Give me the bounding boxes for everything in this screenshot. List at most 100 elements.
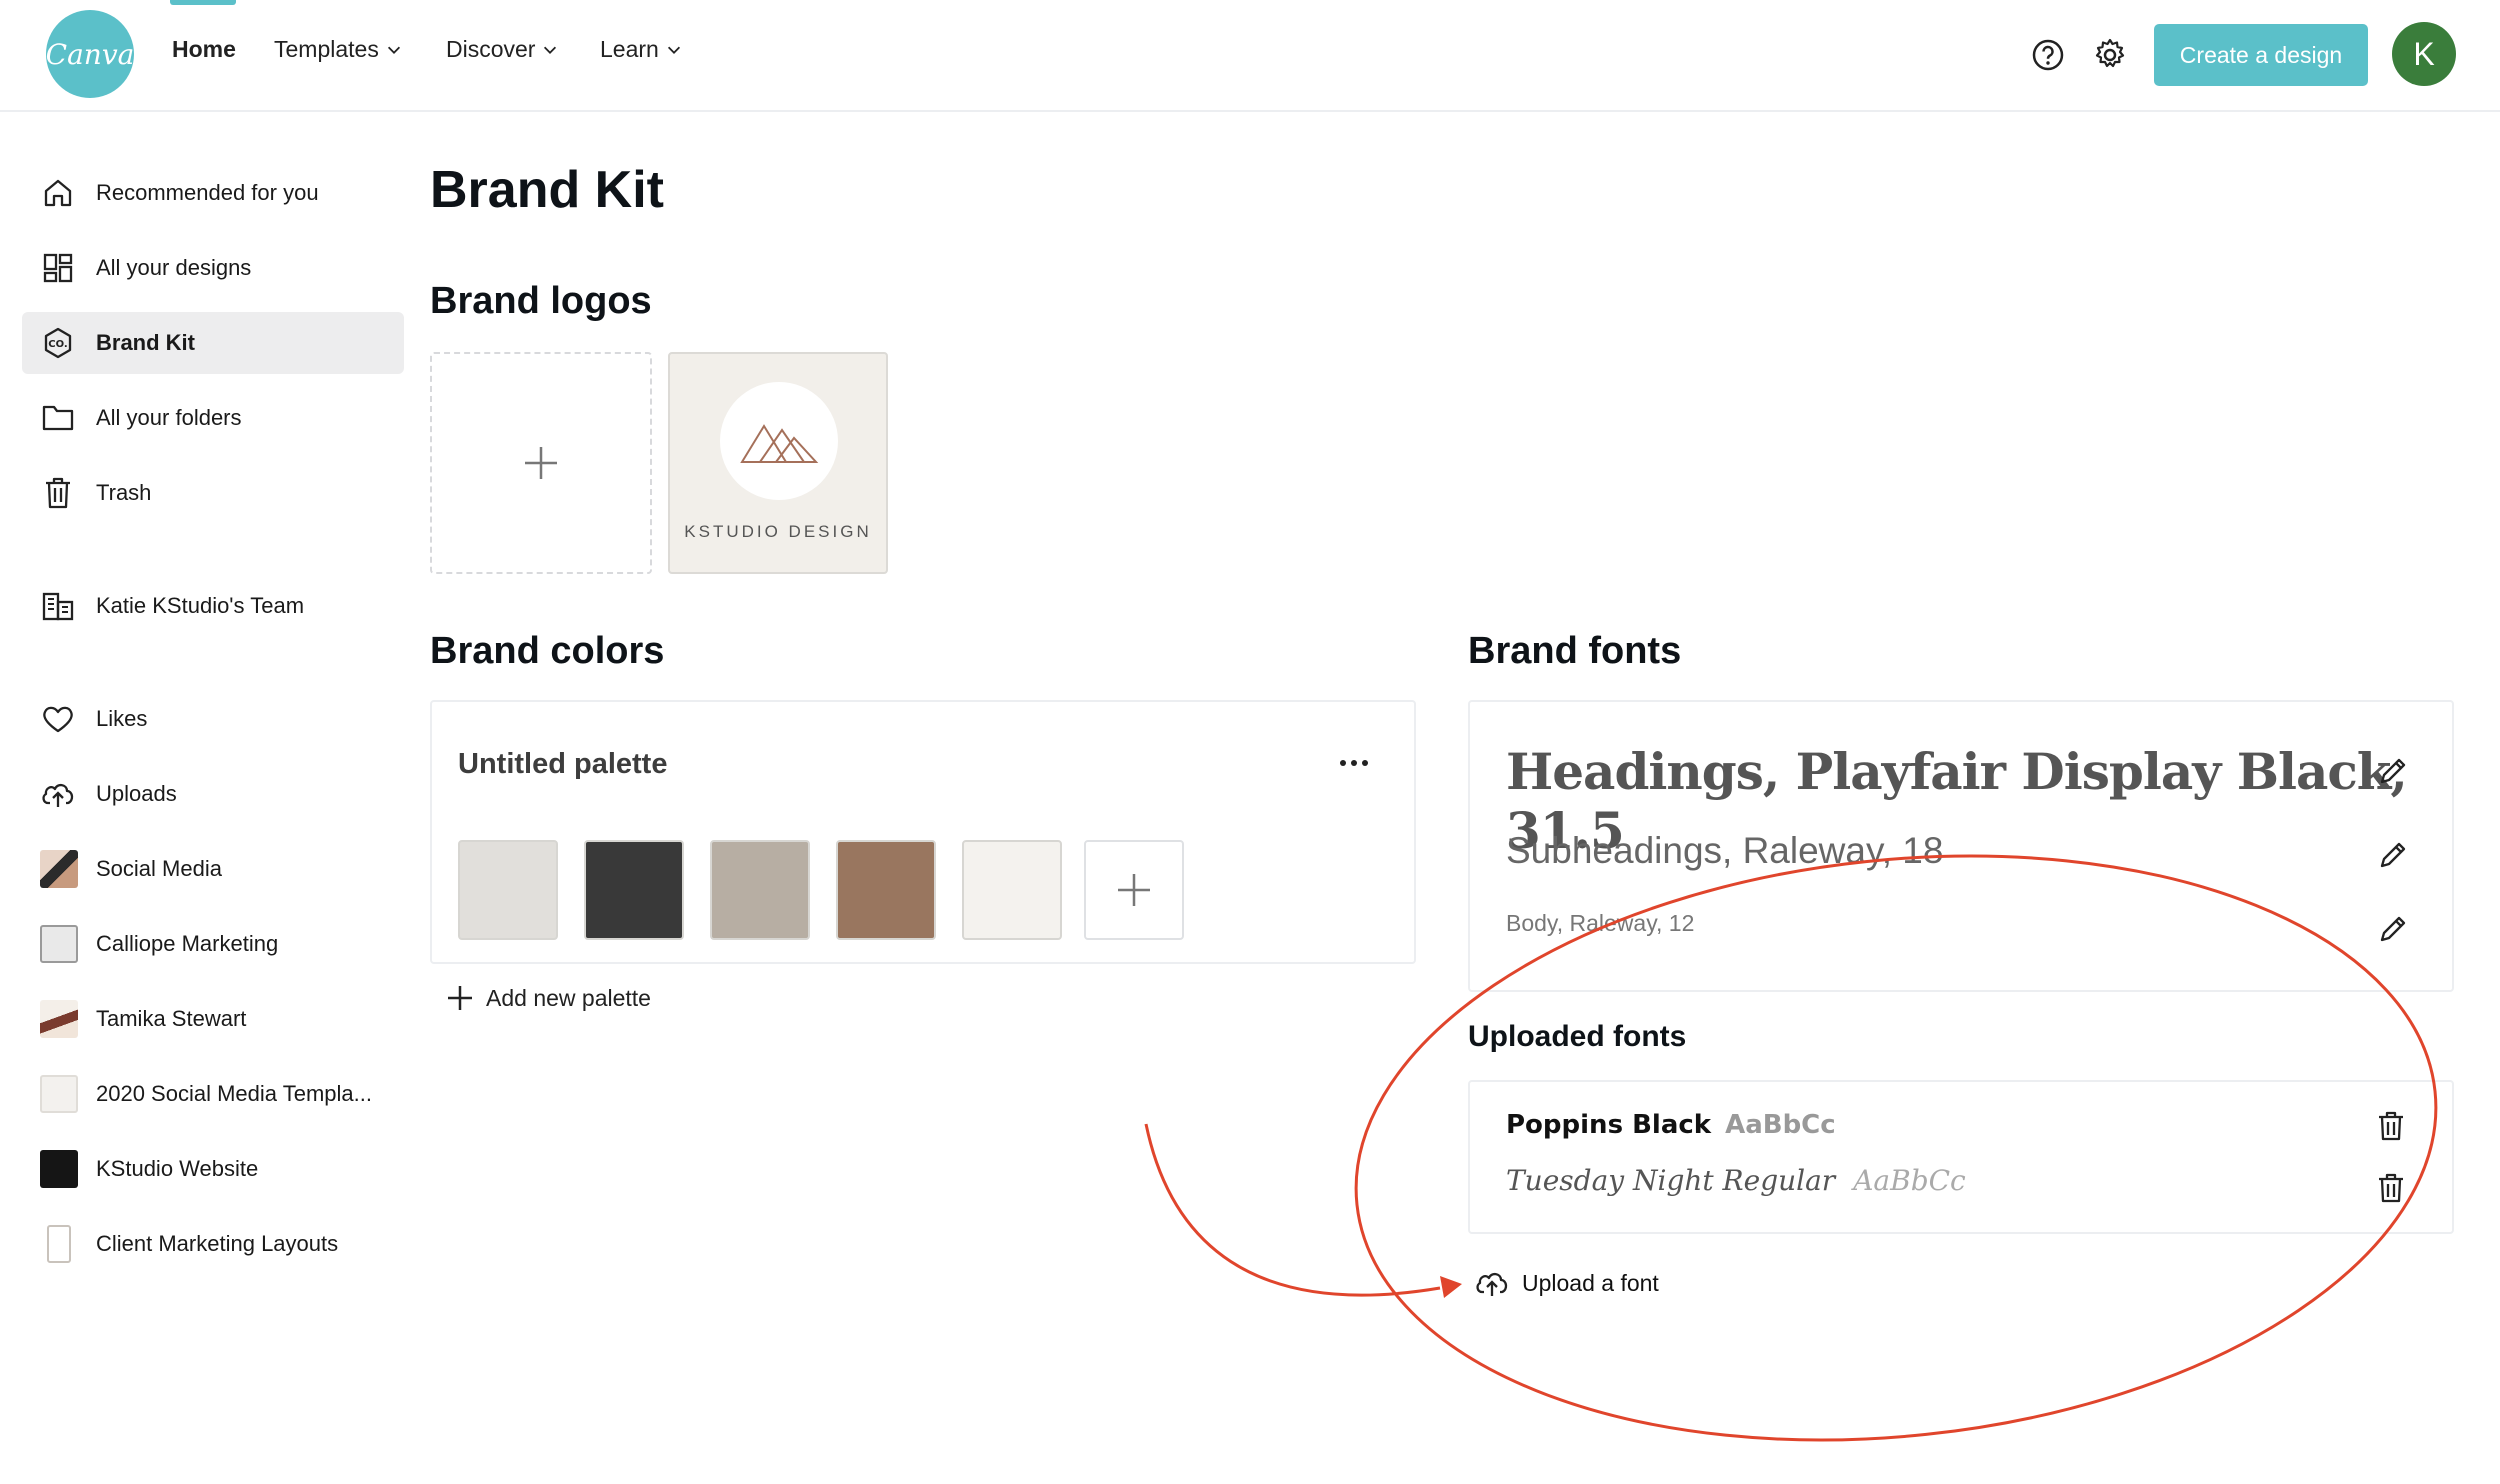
pencil-icon[interactable] (2376, 912, 2410, 946)
sidebar-item-label: All your folders (96, 405, 242, 430)
chevron-down-icon (387, 46, 400, 54)
folder-thumbnail (47, 1225, 71, 1263)
cloud-upload-icon (40, 776, 76, 812)
folder-thumbnail (40, 925, 78, 963)
sidebar-item-brand-kit[interactable]: CO. Brand Kit (22, 312, 404, 374)
logo-mark (720, 382, 838, 500)
folder-thumbnail (40, 850, 78, 888)
sidebar-item-label: Social Media (96, 856, 222, 881)
body-font[interactable]: Body, Raleway, 12 (1506, 910, 1694, 937)
uploaded-font-sample: AaBbCc (1725, 1110, 1836, 1140)
color-swatch[interactable] (962, 840, 1062, 940)
sidebar-item-uploads[interactable]: Uploads (22, 763, 404, 825)
plus-icon (1118, 874, 1150, 906)
plus-icon (448, 986, 472, 1010)
sidebar-item-calliope[interactable]: Calliope Marketing (22, 913, 404, 975)
nav-discover-label: Discover (446, 36, 536, 62)
pencil-icon[interactable] (2376, 838, 2410, 872)
annotation-arrowhead (1440, 1276, 1462, 1298)
nav-learn[interactable]: Learn (600, 36, 683, 63)
add-palette-button[interactable]: Add new palette (446, 984, 651, 1012)
more-options-icon[interactable] (1334, 748, 1374, 778)
palette-name[interactable]: Untitled palette (458, 748, 667, 781)
brand-logo-card[interactable]: KSTUDIO DESIGN (668, 352, 888, 574)
sidebar-item-folders[interactable]: All your folders (22, 387, 404, 449)
color-swatch[interactable] (584, 840, 684, 940)
sidebar-item-label: All your designs (96, 255, 252, 280)
page-title: Brand Kit (430, 161, 664, 219)
uploaded-font-name: Poppins Black (1506, 1110, 1712, 1140)
active-nav-indicator (170, 0, 236, 5)
help-icon[interactable] (2028, 35, 2068, 75)
brand-logos-heading: Brand logos (430, 280, 652, 322)
mountain-logo-icon (740, 424, 819, 463)
trash-icon (40, 475, 76, 511)
trash-icon[interactable] (2376, 1172, 2406, 1204)
annotation-arrow (1144, 1123, 1441, 1297)
chevron-down-icon (667, 46, 680, 54)
nav-home[interactable]: Home (172, 36, 236, 63)
sidebar-item-client-layouts[interactable]: Client Marketing Layouts (22, 1213, 404, 1275)
home-icon (40, 175, 76, 211)
nav-learn-label: Learn (600, 36, 659, 62)
sidebar-item-label: Tamika Stewart (96, 1006, 247, 1031)
chevron-down-icon (544, 46, 557, 54)
uploaded-fonts-heading: Uploaded fonts (1468, 1020, 1687, 1053)
folder-thumbnail (40, 1075, 78, 1113)
brand-kit-icon: CO. (40, 325, 76, 361)
sidebar-item-likes[interactable]: Likes (22, 688, 404, 750)
folder-thumbnail (40, 1150, 78, 1188)
sidebar-item-recommended[interactable]: Recommended for you (22, 162, 404, 224)
trash-icon[interactable] (2376, 1110, 2406, 1142)
uploaded-font-name: Tuesday Night Regular (1506, 1164, 1836, 1197)
sidebar-item-kstudio-website[interactable]: KStudio Website (22, 1138, 404, 1200)
sidebar-item-label: Recommended for you (96, 180, 319, 205)
sidebar-item-label: KStudio Website (96, 1156, 259, 1181)
nav-home-label: Home (172, 36, 236, 62)
folder-icon (40, 400, 76, 436)
create-design-button[interactable]: Create a design (2154, 24, 2368, 86)
sidebar-item-label: Brand Kit (96, 330, 195, 355)
uploaded-fonts-list: Poppins Black AaBbCc Tuesday Night Regula… (1468, 1080, 2454, 1234)
avatar[interactable]: K (2392, 22, 2456, 86)
add-logo-button[interactable] (430, 352, 652, 574)
sidebar-item-social-media[interactable]: Social Media (22, 838, 404, 900)
pencil-icon[interactable] (2376, 754, 2410, 788)
subheading-font[interactable]: Subheadings, Raleway, 18 (1506, 830, 1943, 872)
uploaded-font-item: Poppins Black AaBbCc (1506, 1110, 1836, 1140)
nav-templates-label: Templates (274, 36, 379, 62)
building-icon (40, 588, 76, 624)
nav-templates[interactable]: Templates (274, 36, 403, 63)
uploaded-font-sample: AaBbCc (1853, 1164, 1966, 1197)
svg-text:CO.: CO. (48, 339, 67, 350)
plus-icon (525, 447, 557, 479)
folder-thumbnail (40, 1000, 78, 1038)
upload-font-label: Upload a font (1522, 1269, 1659, 1296)
sidebar-item-label: Calliope Marketing (96, 931, 279, 956)
heart-icon (40, 701, 76, 737)
sidebar-item-team[interactable]: Katie KStudio's Team (22, 575, 404, 637)
sidebar-item-2020-templates[interactable]: 2020 Social Media Templa... (22, 1063, 404, 1125)
nav-discover[interactable]: Discover (446, 36, 559, 63)
brand-fonts-box: Headings, Playfair Display Black, 31.5 S… (1468, 700, 2454, 992)
uploaded-font-item: Tuesday Night Regular AaBbCc (1506, 1164, 1966, 1197)
sidebar-item-all-designs[interactable]: All your designs (22, 237, 404, 299)
gear-icon[interactable] (2090, 35, 2130, 75)
color-swatch[interactable] (836, 840, 936, 940)
sidebar-item-trash[interactable]: Trash (22, 462, 404, 524)
sidebar-item-label: Client Marketing Layouts (96, 1231, 339, 1256)
logo-caption: KSTUDIO DESIGN (684, 522, 872, 541)
top-navigation-bar: Canva Home Templates Discover Learn Crea… (0, 0, 2500, 112)
sidebar-item-label: Uploads (96, 781, 177, 806)
sidebar-item-tamika[interactable]: Tamika Stewart (22, 988, 404, 1050)
color-swatch[interactable] (710, 840, 810, 940)
sidebar-item-label: Likes (96, 706, 148, 731)
add-color-button[interactable] (1084, 840, 1184, 940)
upload-font-button[interactable]: Upload a font (1474, 1268, 1659, 1298)
color-swatch[interactable] (458, 840, 558, 940)
sidebar-item-label: 2020 Social Media Templa... (96, 1081, 372, 1106)
canva-logo[interactable]: Canva (46, 10, 134, 98)
cloud-upload-icon (1476, 1272, 1508, 1296)
sidebar-item-label: Trash (96, 480, 152, 505)
grid-icon (40, 250, 76, 286)
